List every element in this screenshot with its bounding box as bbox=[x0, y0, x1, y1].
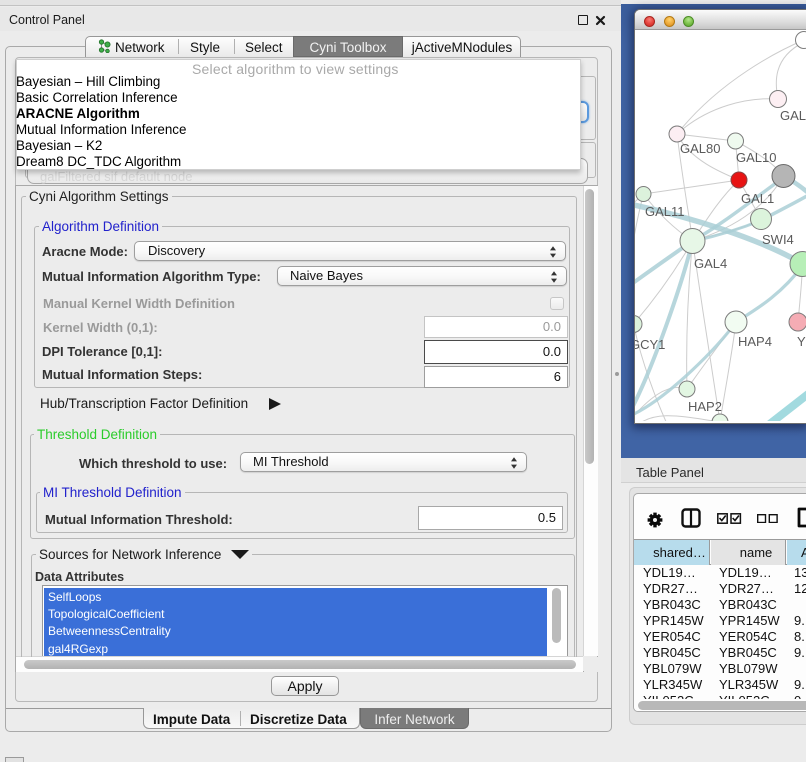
svg-text:HAP4: HAP4 bbox=[738, 334, 772, 349]
svg-text:Y: Y bbox=[797, 334, 806, 349]
svg-text:GAL1: GAL1 bbox=[741, 191, 774, 206]
svg-text:GAL80: GAL80 bbox=[680, 141, 720, 156]
svg-text:GAL11: GAL11 bbox=[645, 204, 685, 219]
svg-text:GAL4: GAL4 bbox=[694, 256, 727, 271]
svg-text:GAL: GAL bbox=[780, 108, 806, 123]
svg-text:SWI4: SWI4 bbox=[762, 232, 794, 247]
svg-text:HAP2: HAP2 bbox=[688, 399, 722, 414]
svg-text:GAL10: GAL10 bbox=[736, 150, 776, 165]
svg-text:GCY1: GCY1 bbox=[635, 337, 665, 352]
